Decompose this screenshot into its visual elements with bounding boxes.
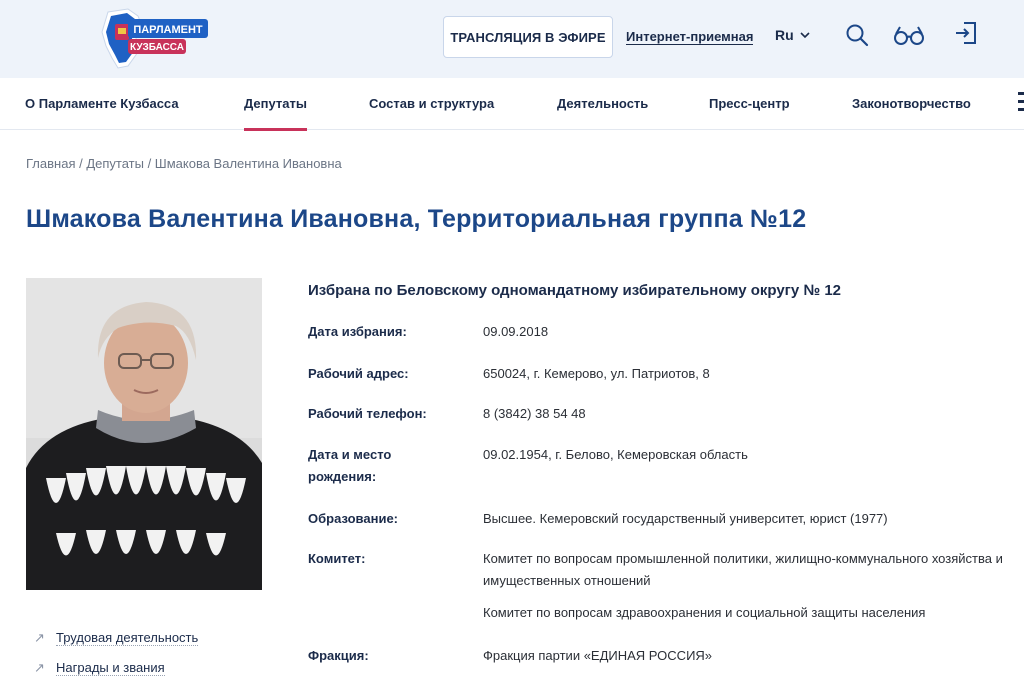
value-work-phone[interactable]: 8 (3842) 38 54 48 [483,403,1018,425]
glasses-icon[interactable] [893,22,925,48]
elected-district: Избрана по Беловскому одномандатному изб… [308,282,842,299]
nav-item-press-center[interactable]: Пресс-центр [709,96,790,111]
main-nav: О Парламенте Кузбасса Депутаты Состав и … [0,78,1024,131]
nav-item-structure[interactable]: Состав и структура [369,96,494,111]
arrow-up-right-icon: ↗ [34,660,45,675]
parliament-logo[interactable]: ПАРЛАМЕНТ КУЗБАССА [98,6,212,72]
side-links: ↗ Трудовая деятельность ↗ Награды и зван… [34,630,199,690]
side-link-work-history[interactable]: ↗ Трудовая деятельность [34,630,199,646]
login-icon[interactable] [953,20,979,46]
value-committee-1[interactable]: Комитет по вопросам промышленной политик… [483,548,1018,592]
breadcrumb-separator: / [143,156,155,171]
nav-item-about[interactable]: О Парламенте Кузбасса [25,96,179,111]
label-work-phone: Рабочий телефон: [308,406,427,421]
nav-item-deputies[interactable]: Депутаты [244,96,307,131]
breadcrumb: Главная / Депутаты / Шмакова Валентина И… [26,156,342,171]
label-election-date: Дата избрания: [308,324,407,339]
breadcrumb-current: Шмакова Валентина Ивановна [154,156,342,171]
side-link-awards[interactable]: ↗ Награды и звания [34,660,198,676]
label-birth: Дата и место рождения: [308,447,392,484]
value-election-date: 09.09.2018 [483,324,549,339]
language-selector[interactable]: Ru [775,27,810,43]
language-label: Ru [775,27,794,43]
value-work-address: 650024, г. Кемерово, ул. Патриотов, 8 [483,366,710,381]
label-committee: Комитет: [308,551,366,566]
live-broadcast-button[interactable]: ТРАНСЛЯЦИЯ В ЭФИРЕ [443,16,613,58]
value-birth: 09.02.1954, г. Белово, Кемеровская облас… [483,447,748,462]
value-education: Высшее. Кемеровский государственный унив… [483,511,888,526]
search-icon[interactable] [844,22,870,48]
nav-item-lawmaking[interactable]: Законотворчество [852,96,971,111]
svg-text:ПАРЛАМЕНТ: ПАРЛАМЕНТ [133,24,203,36]
menu-icon[interactable] [1018,92,1024,116]
breadcrumb-separator: / [75,156,87,171]
label-education: Образование: [308,511,399,526]
breadcrumb-deputies[interactable]: Депутаты [86,156,144,171]
side-link-label: Награды и звания [56,660,165,676]
internet-reception-link[interactable]: Интернет-приемная [626,29,754,45]
chevron-down-icon [800,31,810,38]
nav-item-activity[interactable]: Деятельность [557,96,648,111]
value-faction[interactable]: Фракция партии «ЕДИНАЯ РОССИЯ» [483,645,1018,667]
deputy-photo [26,278,262,590]
svg-text:КУЗБАССА: КУЗБАССА [130,42,184,53]
label-faction: Фракция: [308,648,369,663]
arrow-up-right-icon: ↗ [34,630,45,645]
label-work-address: Рабочий адрес: [308,366,409,381]
value-committee-2[interactable]: Комитет по вопросам здравоохранения и со… [483,602,1018,624]
page-title: Шмакова Валентина Ивановна, Территориаль… [26,205,807,233]
breadcrumb-home[interactable]: Главная [26,156,75,171]
side-link-label: Трудовая деятельность [56,630,199,646]
